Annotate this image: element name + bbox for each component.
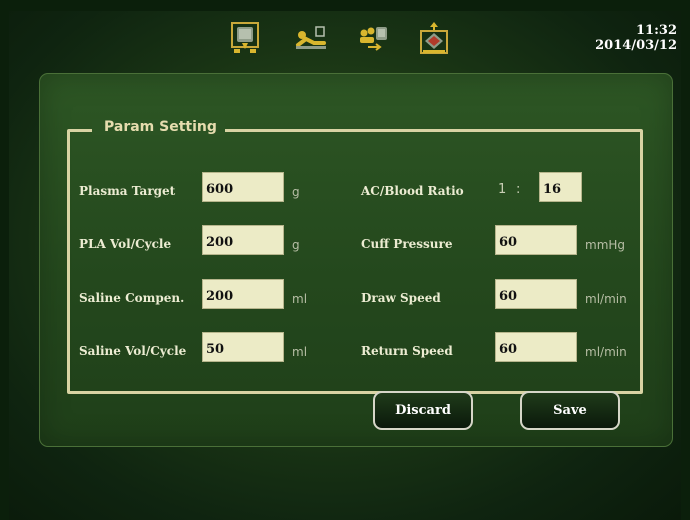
saline-compen-field[interactable]: 200	[202, 279, 284, 309]
clock-date: 2014/03/12	[595, 38, 677, 53]
saline-compen-unit: ml	[292, 292, 308, 306]
return-speed-unit: ml/min	[585, 345, 627, 359]
main-screen: 11:32 2014/03/12 Param Setting Plasma Ta…	[9, 11, 681, 520]
return-speed-field[interactable]: 60	[495, 332, 577, 362]
pla-vol-cycle-field[interactable]: 200	[202, 225, 284, 255]
cuff-pressure-unit: mmHg	[585, 238, 626, 252]
collection-bag-icon[interactable]	[228, 21, 262, 55]
saline-vol-cycle-unit: ml	[292, 345, 308, 359]
saline-vol-cycle-label: Saline Vol/Cycle	[79, 344, 187, 358]
ac-blood-ratio-label: AC/Blood Ratio	[361, 184, 464, 198]
plasma-target-field[interactable]: 600	[202, 172, 284, 202]
ac-blood-ratio-field[interactable]: 16	[539, 172, 582, 202]
param-group: Param Setting Plasma Target 600 g PLA Vo…	[67, 119, 643, 394]
save-button[interactable]: Save	[520, 391, 620, 430]
draw-speed-unit: ml/min	[585, 292, 627, 306]
draw-speed-field[interactable]: 60	[495, 279, 577, 309]
mode-bar: 11:32 2014/03/12	[9, 11, 681, 66]
ac-ratio-separator: :	[516, 182, 521, 197]
clock: 11:32 2014/03/12	[595, 23, 677, 53]
ac-ratio-prefix: 1	[498, 182, 507, 197]
pla-vol-cycle-unit: g	[292, 238, 300, 252]
draw-speed-label: Draw Speed	[361, 291, 441, 305]
return-bag-icon[interactable]	[417, 21, 451, 55]
clock-time: 11:32	[636, 23, 677, 38]
discard-button[interactable]: Discard	[373, 391, 473, 430]
plasma-target-unit: g	[292, 185, 300, 199]
panel-title: Param Setting	[92, 119, 225, 135]
donor-recline-icon[interactable]	[292, 21, 326, 55]
saline-vol-cycle-field[interactable]: 50	[202, 332, 284, 362]
transfer-people-icon[interactable]	[356, 21, 390, 55]
cuff-pressure-label: Cuff Pressure	[361, 237, 453, 251]
cuff-pressure-field[interactable]: 60	[495, 225, 577, 255]
plasma-target-label: Plasma Target	[79, 184, 176, 198]
saline-compen-label: Saline Compen.	[79, 291, 185, 305]
return-speed-label: Return Speed	[361, 344, 453, 358]
pla-vol-cycle-label: PLA Vol/Cycle	[79, 237, 172, 251]
